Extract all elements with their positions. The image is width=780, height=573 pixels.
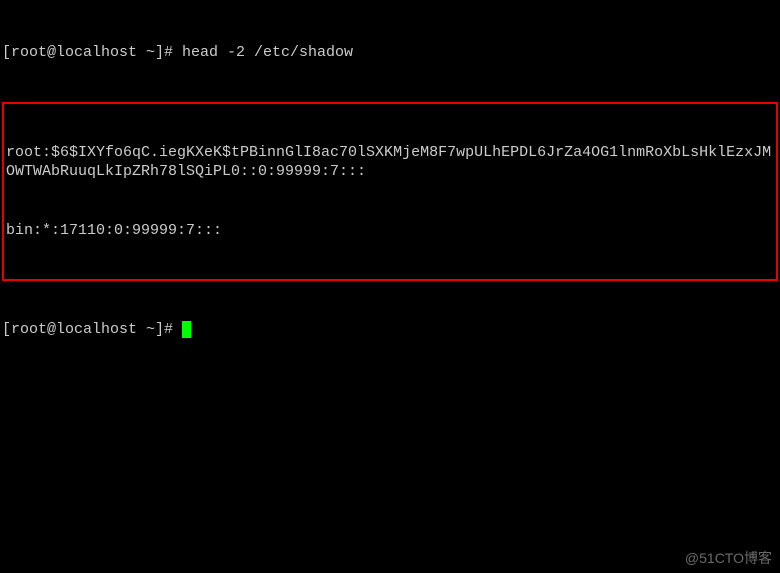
command-line: [root@localhost ~]# head -2 /etc/shadow — [2, 43, 778, 63]
output-highlight-box: root:$6$IXYfo6qC.iegKXeK$tPBinnGlI8ac70l… — [2, 102, 778, 282]
next-prompt-line[interactable]: [root@localhost ~]# — [2, 320, 778, 340]
cursor-block-icon — [182, 321, 191, 338]
terminal-window[interactable]: [root@localhost ~]# head -2 /etc/shadow … — [0, 0, 780, 363]
output-line-root: root:$6$IXYfo6qC.iegKXeK$tPBinnGlI8ac70l… — [6, 143, 774, 182]
watermark-text: @51CTO博客 — [685, 549, 772, 567]
shell-command: head -2 /etc/shadow — [182, 44, 353, 61]
shell-prompt: [root@localhost ~]# — [2, 321, 182, 338]
shell-prompt: [root@localhost ~]# — [2, 44, 182, 61]
output-line-bin: bin:*:17110:0:99999:7::: — [6, 221, 774, 241]
